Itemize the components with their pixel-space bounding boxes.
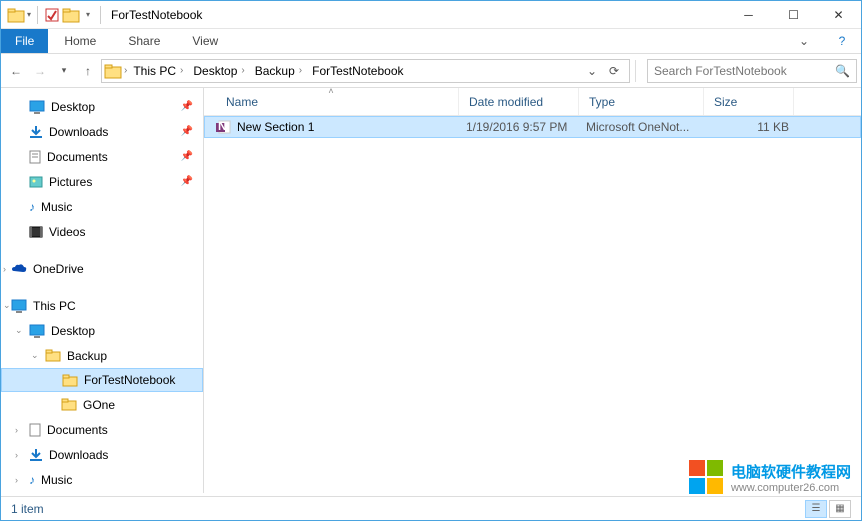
expand-icon[interactable]: › (3, 264, 13, 274)
tree-onedrive[interactable]: ›OneDrive (1, 256, 203, 281)
tab-home[interactable]: Home (48, 29, 112, 53)
separator (100, 6, 101, 24)
folder-icon (61, 398, 77, 411)
search-icon[interactable]: 🔍 (835, 64, 850, 78)
collapse-icon[interactable]: ⌄ (3, 300, 13, 311)
desktop-icon (29, 100, 45, 114)
tree-videos[interactable]: Videos (1, 219, 203, 244)
address-bar[interactable]: › This PC› Desktop› Backup› ForTestNoteb… (101, 59, 630, 83)
crumb-backup[interactable]: Backup› (251, 64, 306, 78)
tree-pc-pictures[interactable]: ›Pictures (1, 492, 203, 493)
refresh-button[interactable]: ⟳ (605, 64, 627, 78)
collapse-icon[interactable]: ⌄ (15, 325, 25, 336)
onenote-icon: N (215, 119, 231, 135)
tree-downloads[interactable]: Downloads📌 (1, 119, 203, 144)
tree-desktop[interactable]: Desktop📌 (1, 94, 203, 119)
help-icon[interactable]: ? (823, 29, 861, 53)
folder-icon (7, 7, 25, 23)
tree-pictures[interactable]: Pictures📌 (1, 169, 203, 194)
tree-this-pc[interactable]: ⌄This PC (1, 293, 203, 318)
file-name: New Section 1 (237, 120, 314, 134)
pin-icon: 📌 (181, 101, 193, 112)
documents-icon (29, 423, 41, 437)
desktop-icon (29, 324, 45, 338)
folder-icon (104, 63, 122, 79)
expand-icon[interactable]: › (15, 450, 25, 460)
up-button[interactable]: ↑ (77, 60, 99, 82)
tree-pc-downloads[interactable]: ›Downloads (1, 442, 203, 467)
thumbnails-view-button[interactable]: ▦ (829, 500, 851, 518)
minimize-button[interactable]: ─ (726, 1, 771, 29)
column-name[interactable]: Name˄ (204, 88, 459, 115)
file-list[interactable]: Name˄ Date modified Type Size N New Secti… (204, 88, 861, 493)
maximize-button[interactable]: ☐ (771, 1, 816, 29)
tree-pc-music[interactable]: ›♪Music (1, 467, 203, 492)
collapse-icon[interactable]: ⌄ (31, 350, 41, 361)
tree-music[interactable]: ♪Music (1, 194, 203, 219)
downloads-icon (29, 448, 43, 462)
sort-ascending-icon: ˄ (328, 86, 333, 96)
tab-view[interactable]: View (176, 29, 234, 53)
back-button[interactable]: ← (5, 60, 27, 82)
column-size[interactable]: Size (704, 88, 794, 115)
file-size: 11 KB (705, 120, 795, 134)
tree-fortest[interactable]: ForTestNotebook (1, 368, 203, 392)
tree-backup[interactable]: ⌄Backup (1, 343, 203, 368)
tree-pc-documents[interactable]: ›Documents (1, 417, 203, 442)
expand-icon[interactable]: › (15, 475, 25, 485)
chevron-right-icon[interactable]: › (124, 65, 127, 76)
qat-customize-icon[interactable]: ▾ (82, 10, 94, 19)
details-view-button[interactable]: ☰ (805, 500, 827, 518)
separator (37, 6, 38, 24)
expand-icon[interactable]: › (15, 425, 25, 435)
navigation-bar: ← → ▾ ↑ › This PC› Desktop› Backup› ForT… (1, 54, 861, 88)
tree-pc-desktop[interactable]: ⌄Desktop (1, 318, 203, 343)
search-box[interactable]: 🔍 (647, 59, 857, 83)
tree-gone[interactable]: GOne (1, 392, 203, 417)
properties-icon[interactable] (44, 7, 60, 23)
file-type: Microsoft OneNot... (580, 120, 705, 134)
svg-text:N: N (218, 119, 227, 133)
forward-button[interactable]: → (29, 60, 51, 82)
item-count: 1 item (11, 502, 44, 516)
column-type[interactable]: Type (579, 88, 704, 115)
recent-dropdown[interactable]: ▾ (53, 60, 75, 82)
music-icon: ♪ (29, 200, 35, 214)
separator (635, 60, 636, 82)
navigation-tree[interactable]: Desktop📌 Downloads📌 Documents📌 Pictures📌… (1, 88, 204, 493)
expand-ribbon-icon[interactable]: ⌄ (785, 29, 823, 53)
crumb-fortest[interactable]: ForTestNotebook (308, 64, 407, 78)
file-tab[interactable]: File (1, 29, 48, 53)
pin-icon: 📌 (181, 151, 193, 162)
pin-icon: 📌 (181, 126, 193, 137)
file-date: 1/19/2016 9:57 PM (460, 120, 580, 134)
column-headers: Name˄ Date modified Type Size (204, 88, 861, 116)
onedrive-icon (11, 263, 27, 275)
documents-icon (29, 150, 41, 164)
address-dropdown[interactable]: ⌄ (581, 64, 603, 78)
ribbon-tabs: File Home Share View ⌄ ? (1, 29, 861, 54)
pin-icon: 📌 (181, 176, 193, 187)
new-folder-icon[interactable] (62, 7, 80, 23)
qat-dropdown-icon[interactable]: ▾ (27, 10, 31, 19)
crumb-desktop[interactable]: Desktop› (189, 64, 248, 78)
pictures-icon (29, 176, 43, 188)
videos-icon (29, 226, 43, 238)
search-input[interactable] (654, 64, 850, 78)
file-row[interactable]: N New Section 1 1/19/2016 9:57 PM Microso… (204, 116, 861, 138)
window-title: ForTestNotebook (111, 8, 202, 22)
title-bar: ▾ ▾ ForTestNotebook ─ ☐ ✕ (1, 1, 861, 29)
music-icon: ♪ (29, 473, 35, 487)
pc-icon (11, 299, 27, 313)
folder-icon (45, 349, 61, 362)
status-bar: 1 item ☰ ▦ (1, 496, 861, 520)
column-date[interactable]: Date modified (459, 88, 579, 115)
downloads-icon (29, 125, 43, 139)
tab-share[interactable]: Share (112, 29, 176, 53)
close-button[interactable]: ✕ (816, 1, 861, 29)
crumb-this-pc[interactable]: This PC› (129, 64, 187, 78)
tree-documents[interactable]: Documents📌 (1, 144, 203, 169)
folder-icon (62, 374, 78, 387)
